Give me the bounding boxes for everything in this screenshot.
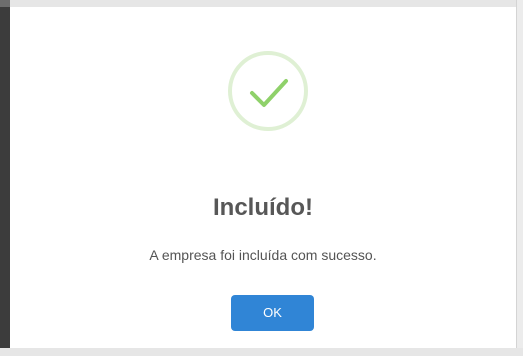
backdrop-top-edge xyxy=(0,0,523,7)
backdrop-corner xyxy=(0,0,10,7)
ok-button[interactable]: OK xyxy=(231,295,314,331)
backdrop-right-line xyxy=(516,0,517,356)
backdrop-bottom-edge xyxy=(0,348,523,356)
success-check-icon xyxy=(228,51,308,131)
dialog-title: Incluído! xyxy=(213,194,313,221)
backdrop-right-edge xyxy=(516,0,523,356)
screen: Incluído! A empresa foi incluída com suc… xyxy=(0,0,523,356)
backdrop-left-edge xyxy=(0,0,10,356)
dialog-message: A empresa foi incluída com sucesso. xyxy=(149,247,377,263)
alert-dialog: Incluído! A empresa foi incluída com suc… xyxy=(10,7,516,348)
checkmark-icon xyxy=(250,79,288,107)
